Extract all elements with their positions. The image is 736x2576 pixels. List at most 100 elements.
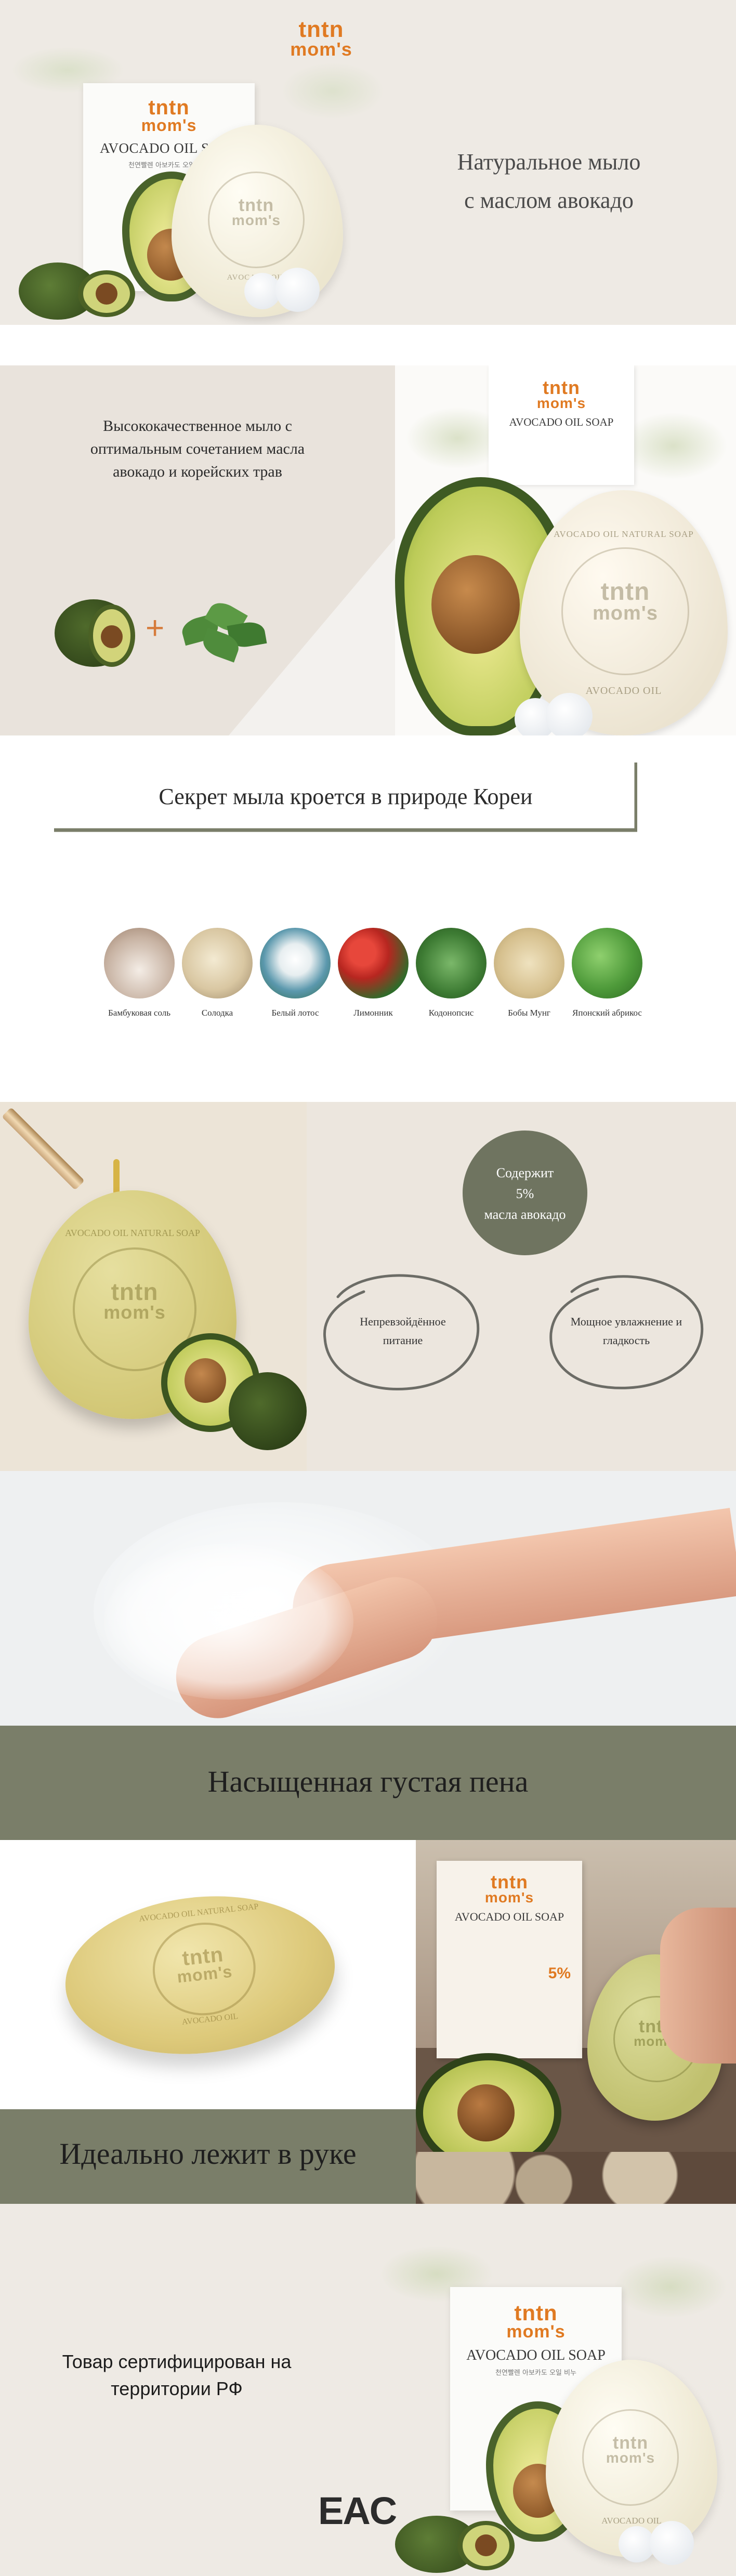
- water-splash: [281, 62, 385, 120]
- product-in-hand-photo: tntn mom's AVOCADO OIL SOAP 5% tntn mom'…: [416, 1840, 736, 2204]
- ingredient-item: Японский абрикос: [568, 928, 646, 1018]
- mung-beans-icon: [494, 928, 564, 998]
- box-logo-line1: tntn: [514, 2301, 558, 2325]
- soap-side-photo: tntn mom's AVOCADO OIL NATURAL SOAP AVOC…: [0, 1840, 416, 2109]
- badge-line3: масла авокадо: [484, 1207, 566, 1222]
- foam-title-band: Насыщенная густая пена: [0, 1726, 736, 1840]
- benefit2-line1: Мощное увлажнение и: [570, 1315, 682, 1328]
- ingredient-item: Бобы Мунг: [490, 928, 568, 1018]
- soap-emboss: tntn mom's AVOCADO OIL: [208, 172, 305, 282]
- soap-emboss-text: AVOCADO OIL NATURAL SOAP: [554, 529, 694, 539]
- cert-line2: территории РФ: [111, 2378, 243, 2399]
- herb-leaves-icon: [177, 597, 270, 664]
- foam-bubbles: [104, 1544, 353, 1700]
- eac-mark-icon: EAC: [318, 2489, 397, 2532]
- white-lotus-icon: [260, 928, 331, 998]
- hand-section: tntn mom's AVOCADO OIL NATURAL SOAP AVOC…: [0, 1840, 736, 2204]
- box-logo-line1: tntn: [543, 377, 580, 398]
- ingredient-label: Белый лотос: [271, 1008, 319, 1018]
- pebbles: [416, 2152, 736, 2204]
- soap-dropper-photo: tntn mom's AVOCADO OIL NATURAL SOAP: [0, 1102, 307, 1471]
- schisandra-icon: [338, 928, 409, 998]
- box-logo: tntn mom's: [489, 377, 634, 412]
- soap-logo-line2: mom's: [103, 1301, 166, 1323]
- cotton-ball: [275, 268, 320, 312]
- water-splash: [619, 412, 728, 480]
- badge-line1: Содержит: [496, 1165, 554, 1180]
- ingredient-item: Белый лотос: [256, 928, 334, 1018]
- hand-title-band: Идеально лежит в руке: [0, 2109, 416, 2204]
- cert-line1: Товар сертифицирован на: [62, 2351, 292, 2372]
- ingredient-label: Солодка: [201, 1008, 233, 1018]
- box-percent: 5%: [548, 1965, 571, 1982]
- intro-text-line2: оптимальным сочетанием масла: [90, 440, 305, 457]
- ingredient-label: Японский абрикос: [572, 1008, 642, 1018]
- avocado-pit: [431, 555, 520, 654]
- hero-title-line2: с маслом авокадо: [464, 188, 634, 213]
- soap-logo-line1: tntn: [600, 578, 650, 606]
- product-box: tntn mom's AVOCADO OIL SOAP 5%: [437, 1861, 582, 2058]
- ingredient-label: Бобы Мунг: [508, 1008, 550, 1018]
- certification-text: Товар сертифицирован на территории РФ: [57, 2348, 296, 2402]
- avocado-icon-half: [88, 604, 135, 667]
- logo-line2: mom's: [290, 38, 352, 60]
- soap-logo-line1: tntn: [238, 195, 274, 215]
- product-image: tntn mom's AVOCADO OIL SOAP tntn mom's A…: [395, 365, 736, 735]
- bamboo-salt-icon: [104, 928, 175, 998]
- avocado-whole: [229, 1372, 307, 1450]
- soap-logo-line2: mom's: [231, 212, 281, 229]
- box-logo: tntn mom's: [450, 2301, 622, 2341]
- ingredient-item: Кодонопсис: [412, 928, 490, 1018]
- licorice-icon: [182, 928, 253, 998]
- secret-title: Секрет мыла кроется в природе Кореи: [159, 784, 533, 809]
- foam-title: Насыщенная густая пена: [207, 1765, 529, 1798]
- benefit1-line2: питание: [383, 1334, 423, 1347]
- ingredient-item: Бамбуковая соль: [100, 928, 178, 1018]
- benefit-moisture: Мощное увлажнение и гладкость: [541, 1260, 712, 1401]
- soap-emboss-text: AVOCADO OIL NATURAL SOAP: [65, 1228, 200, 1238]
- box-product-name: AVOCADO OIL SOAP: [454, 1910, 564, 1923]
- logo-line1: tntn: [298, 17, 344, 42]
- soap-emboss: tntn mom's: [561, 547, 689, 675]
- top-logo: tntn mom's: [285, 17, 358, 60]
- box-product-name: AVOCADO OIL SOAP: [509, 415, 614, 428]
- box-logo-line1: tntn: [148, 96, 190, 119]
- certification-section: Товар сертифицирован на территории РФ EA…: [0, 2204, 736, 2576]
- box-product-name: AVOCADO OIL SOAP: [466, 2347, 606, 2364]
- plus-sign: +: [146, 610, 165, 646]
- soap-logo-line2: mom's: [593, 602, 658, 624]
- soap-emboss-logo: tntn mom's: [153, 1941, 255, 1987]
- benefit-nutrition: Непревзойдённое питание: [317, 1260, 489, 1401]
- water-splash: [613, 2256, 728, 2318]
- cotton-ball: [546, 693, 593, 735]
- soap-emboss-logo: tntn mom's: [584, 2433, 677, 2466]
- codonopsis-icon: [416, 928, 487, 998]
- box-logo-line2: mom's: [536, 395, 586, 412]
- hero-section: tntn mom's tntn mom's AVOCADO OIL SOAP 천…: [0, 0, 736, 325]
- soap-logo-line1: tntn: [111, 1278, 159, 1305]
- soap-emboss: tntn mom's: [148, 1917, 260, 2020]
- soap-emboss: tntn mom's: [582, 2409, 679, 2506]
- ingredient-item: Солодка: [178, 928, 256, 1018]
- box-logo-line2: mom's: [484, 1889, 534, 1906]
- badge-line2: 5%: [516, 1186, 534, 1201]
- section-gap: [0, 325, 736, 365]
- hand-fingers: [660, 1908, 736, 2064]
- ingredients-section: Секрет мыла кроется в природе Кореи Бамб…: [0, 735, 736, 1102]
- soap-logo-line1: tntn: [612, 2433, 649, 2453]
- avocado-oil-badge: Содержит 5% масла авокадо: [463, 1131, 587, 1255]
- intro-text: Высококачественное мыло с оптимальным со…: [52, 415, 343, 483]
- foam-photo: [0, 1471, 736, 1726]
- box-logo: tntn mom's: [83, 96, 255, 134]
- soap-emboss-text: AVOCADO OIL NATURAL SOAP: [138, 1902, 259, 1924]
- soap-emboss-logo: tntn mom's: [563, 580, 688, 623]
- japanese-apricot-icon: [572, 928, 642, 998]
- intro-text-line1: Высококачественное мыло с: [103, 417, 292, 435]
- ingredient-item: Лимонник: [334, 928, 412, 1018]
- soap-logo-line2: mom's: [606, 2450, 655, 2466]
- soap-bar: tntn mom's AVOCADO OIL NATURAL SOAP AVOC…: [57, 1883, 343, 2067]
- benefits-section: tntn mom's AVOCADO OIL NATURAL SOAP Соде…: [0, 1102, 736, 1471]
- ingredient-label: Лимонник: [353, 1008, 393, 1018]
- ingredient-label: Бамбуковая соль: [108, 1008, 170, 1018]
- ingredient-label: Кодонопсис: [428, 1008, 474, 1018]
